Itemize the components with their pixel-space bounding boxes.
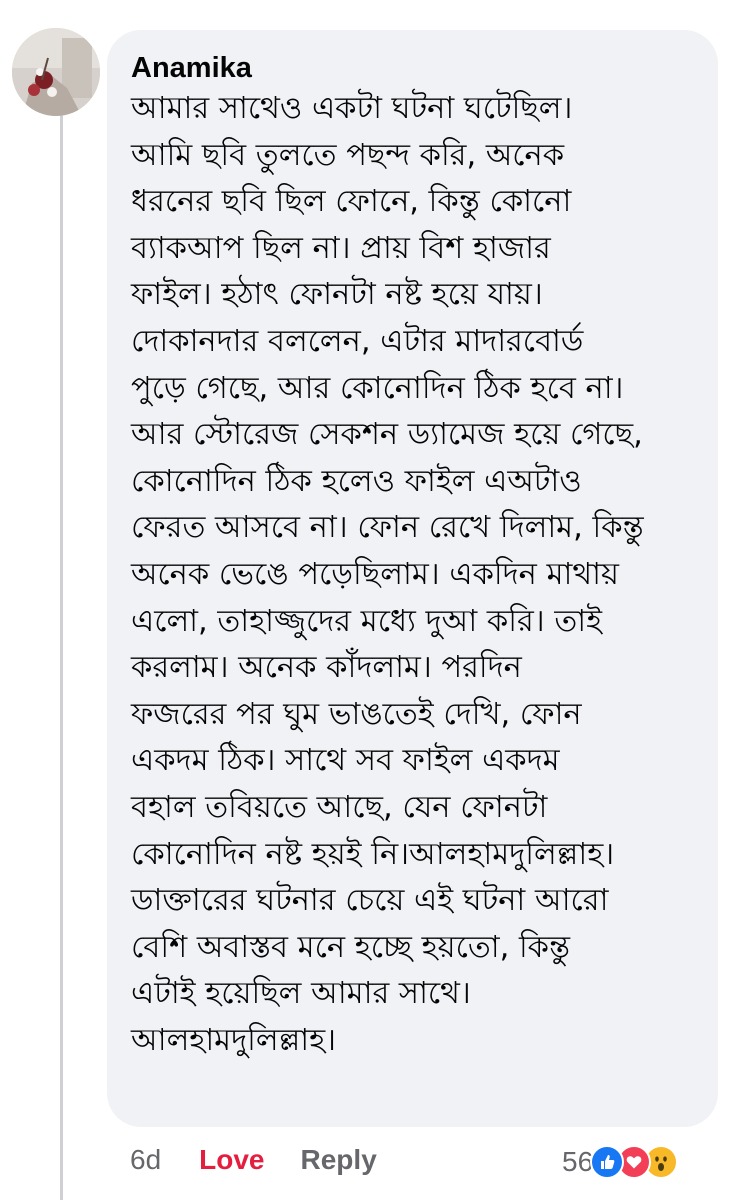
reaction-summary[interactable]: 56 <box>562 1142 679 1182</box>
comment-line: ডাক্তারের ঘটনার চেয়ে এই ঘটনা আরো <box>131 883 609 919</box>
comment-line: একদম ঠিক। সাথে সব ফাইল একদম <box>131 743 560 779</box>
comment-line: পুড়ে গেছে, আর কোনোদিন ঠিক হবে না। <box>131 370 624 406</box>
comment-line: আর স্টোরেজ সেকশন ড্যামেজ হয়ে গেছে, <box>131 417 643 453</box>
comment-line: বেশি অবাস্তব মনে হচ্ছে হয়তো, কিন্তু <box>131 929 571 965</box>
comment-text: আমার সাথেও একটা ঘটনা ঘটেছিল। আমি ছবি তুল… <box>131 86 694 1064</box>
comment-line: আমি ছবি তুলতে পছন্দ করি, অনেক <box>131 137 565 173</box>
comment-timestamp[interactable]: 6d <box>130 1144 161 1176</box>
comment-line: ধরনের ছবি ছিল ফোনে, কিন্তু কোনো <box>131 184 572 220</box>
comment-line: বহাল তবিয়তে আছে, যেন ফোনটা <box>131 789 548 825</box>
comment-bubble: Anamika আমার সাথেও একটা ঘটনা ঘটেছিল। আমি… <box>107 30 718 1127</box>
comment-line: ফাইল। হঠাৎ ফোনটা নষ্ট হয়ে যায়। <box>131 277 543 313</box>
comment-line: এলো, তাহাজ্জুদের মধ্যে দুআ করি। তাই <box>131 603 602 639</box>
reaction-count: 56 <box>562 1146 594 1177</box>
comment-line: ফজরের পর ঘুম ভাঙতেই দেখি, ফোন <box>131 696 582 732</box>
comment-line: ফেরত আসবে না। ফোন রেখে দিলাম, কিন্তু <box>131 510 644 546</box>
comment-line: ব্যাকআপ ছিল না। প্রায় বিশ হাজার <box>131 230 551 266</box>
thread-line <box>60 100 63 1200</box>
comment-line: আলহামদুলিল্লাহ। <box>131 1022 337 1058</box>
comment-line: দোকানদার বললেন, এটার মাদারবোর্ড <box>131 323 584 359</box>
comment-line: কোনোদিন নষ্ট হয়ই নি।আলহামদুলিল্লাহ। <box>131 836 615 872</box>
comment-actions: 6d Love Reply <box>130 1138 377 1182</box>
comment-line: অনেক ভেঙে পড়েছিলাম। একদিন মাথায় <box>131 556 619 592</box>
comment-author[interactable]: Anamika <box>131 50 694 86</box>
profile-photo <box>12 28 100 116</box>
love-reaction-button[interactable]: Love <box>199 1144 264 1176</box>
like-icon <box>590 1145 625 1179</box>
comment-line: কোনোদিন ঠিক হলেও ফাইল এঅটাও <box>131 463 582 499</box>
comment-line: এটাই হয়েছিল আমার সাথে। <box>131 976 471 1012</box>
reply-button[interactable]: Reply <box>301 1144 377 1176</box>
comment-line: আমার সাথেও একটা ঘটনা ঘটেছিল। <box>131 91 573 126</box>
avatar[interactable] <box>12 28 100 116</box>
comment-line: করলাম। অনেক কাঁদলাম। পরদিন <box>131 650 522 686</box>
